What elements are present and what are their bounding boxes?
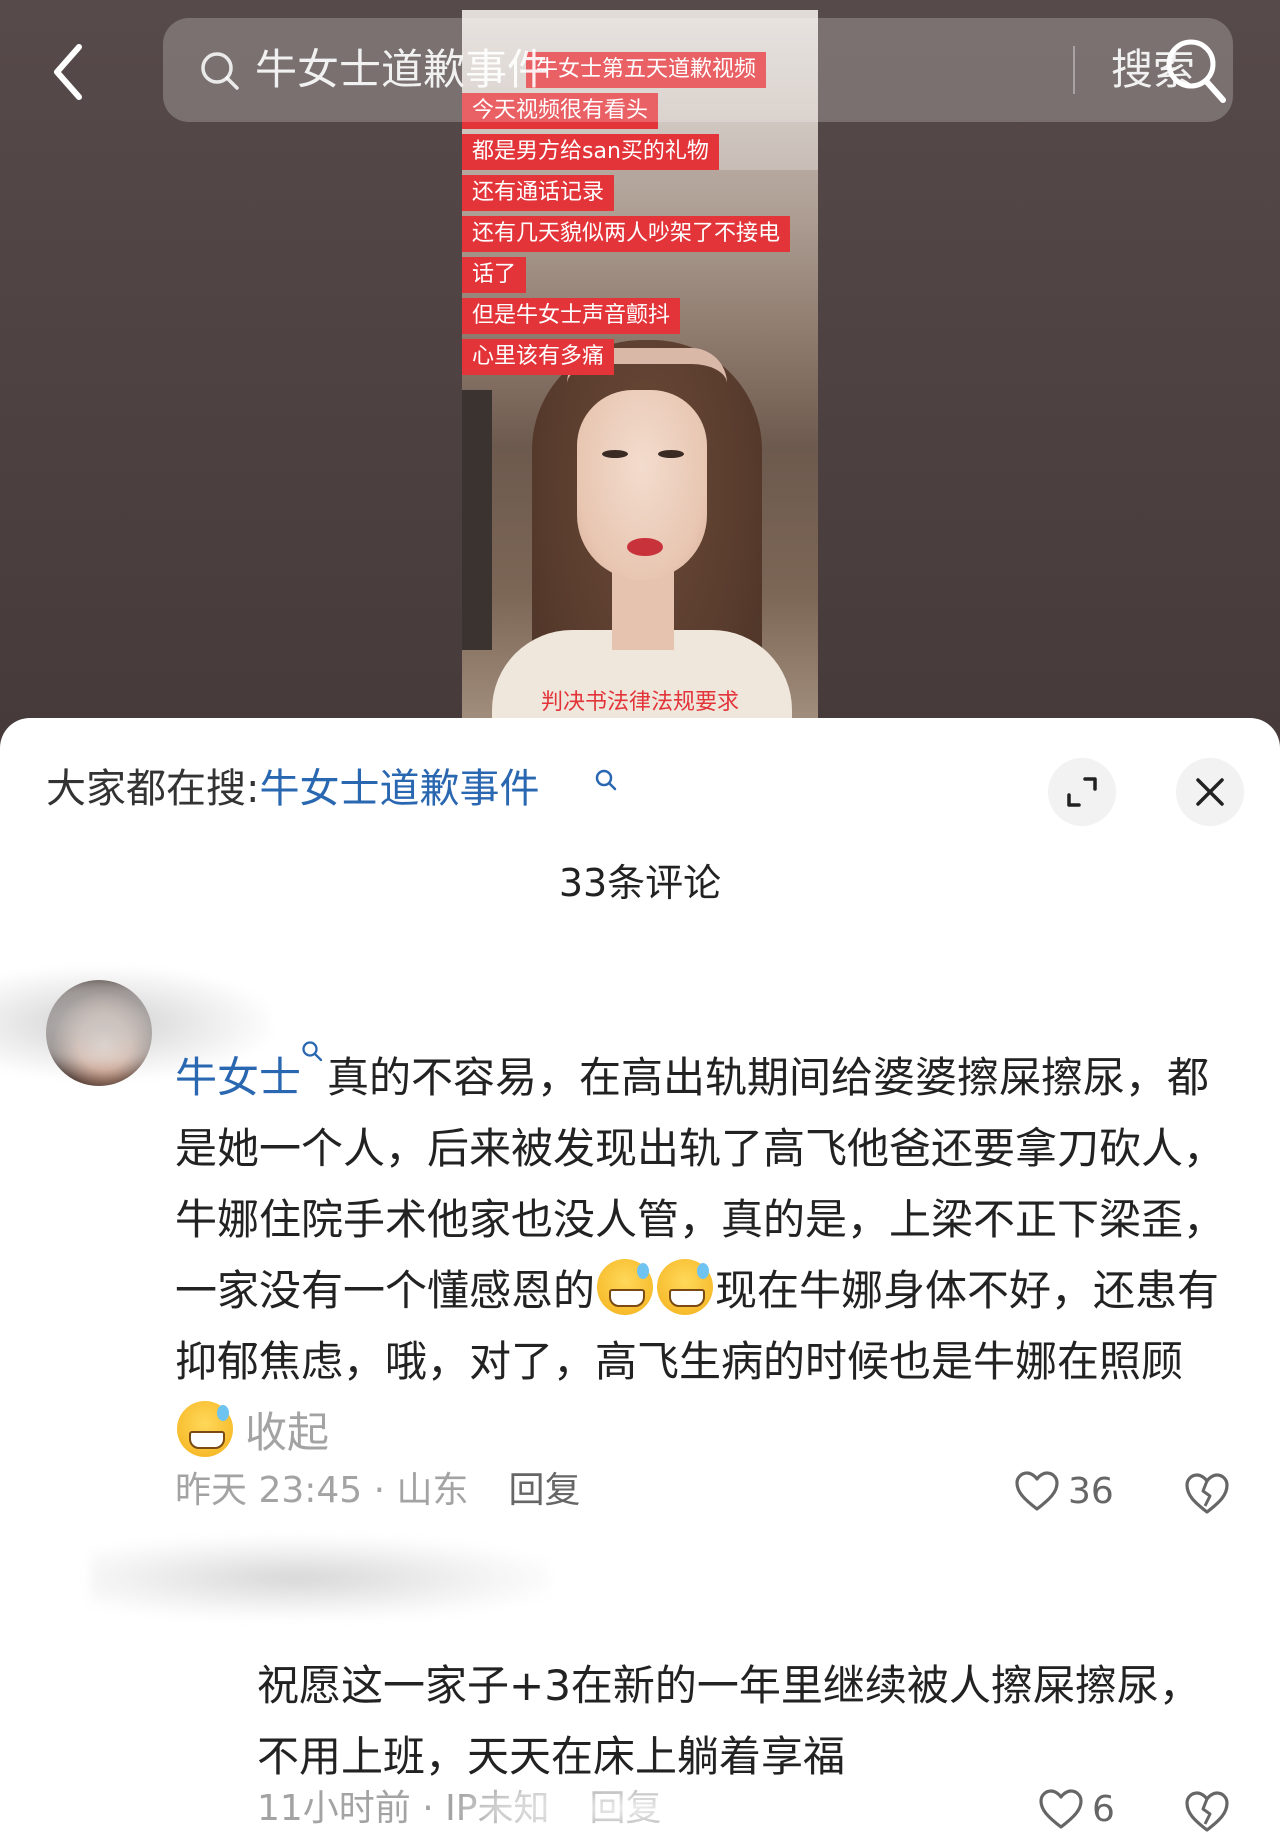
video-person-lips bbox=[627, 538, 663, 556]
comment-text: 祝愿这一家子+3在新的一年里继续被人擦屎擦尿，不用上班，天天在床上躺着享福 bbox=[257, 1661, 1201, 1781]
chevron-left-icon bbox=[54, 44, 82, 100]
collapse-button[interactable]: 收起 bbox=[245, 1408, 329, 1457]
grimace-sweat-emoji-icon bbox=[597, 1259, 654, 1315]
video-caption-line: 但是牛女士声音颤抖 bbox=[462, 298, 681, 334]
video-caption-line: 话了 bbox=[462, 257, 527, 293]
video-person-eye bbox=[658, 450, 684, 458]
video-caption-line: 心里该有多痛 bbox=[462, 339, 615, 375]
video-person-eye bbox=[602, 450, 628, 458]
reply-button[interactable]: 回复 bbox=[509, 1470, 581, 1511]
video-background[interactable]: 牛女士第五天道歉视频 今天视频很有看头 都是男方给san买的礼物 还有通话记录 … bbox=[0, 0, 1280, 740]
like-count: 36 bbox=[1068, 1470, 1114, 1512]
like-button[interactable]: 6 bbox=[1038, 1784, 1115, 1834]
trending-search-link[interactable]: 牛女士道歉事件 bbox=[259, 766, 539, 812]
search-bar[interactable]: 牛女士道歉事件 搜索 bbox=[163, 18, 1233, 122]
comment-count: 33条评论 bbox=[558, 861, 722, 905]
search-icon bbox=[595, 769, 617, 791]
back-button[interactable] bbox=[48, 42, 88, 102]
expand-icon bbox=[1067, 777, 1097, 807]
broken-heart-icon[interactable] bbox=[1184, 1788, 1230, 1834]
close-icon bbox=[1196, 778, 1224, 806]
expand-button[interactable] bbox=[1048, 758, 1116, 826]
trending-prefix: 大家都在搜: bbox=[46, 766, 260, 812]
comment-sheet: 大家都在搜:牛女士道歉事件 33条评论 牛女士 真的不容易，在高出轨期间给婆婆擦屎… bbox=[0, 718, 1280, 1839]
broken-heart-icon[interactable] bbox=[1184, 1470, 1230, 1516]
comment-meta: 昨天 23:45 · 山东 回复 bbox=[175, 1466, 581, 1516]
heart-icon bbox=[1015, 1471, 1059, 1511]
video-caption-line: 还有几天貌似两人吵架了不接电 bbox=[462, 216, 791, 252]
trending-search[interactable]: 大家都在搜:牛女士道歉事件 bbox=[46, 762, 539, 816]
grimace-sweat-emoji-icon bbox=[657, 1259, 714, 1315]
search-divider bbox=[1073, 46, 1075, 94]
like-button[interactable]: 36 bbox=[1014, 1466, 1114, 1516]
comment-time-location: 昨天 23:45 · 山东 bbox=[175, 1470, 469, 1511]
like-count: 6 bbox=[1092, 1788, 1115, 1830]
search-icon bbox=[201, 52, 239, 90]
search-icon[interactable] bbox=[1163, 36, 1229, 106]
mention-link[interactable]: 牛女士 bbox=[175, 1053, 301, 1102]
video-caption-line: 都是男方给san买的礼物 bbox=[462, 134, 719, 170]
grimace-sweat-emoji-icon bbox=[177, 1401, 233, 1457]
heart-icon bbox=[1039, 1789, 1083, 1829]
redaction-blur bbox=[90, 1538, 550, 1618]
search-query-text[interactable]: 牛女士道歉事件 bbox=[255, 44, 549, 96]
close-button[interactable] bbox=[1176, 758, 1244, 826]
comment-text: 牛女士 真的不容易，在高出轨期间给婆婆擦屎擦尿，都是她一个人，后来被发现出轨了高飞… bbox=[175, 1040, 1235, 1468]
redaction-blur bbox=[460, 1778, 800, 1838]
video-person-neck bbox=[612, 570, 674, 650]
video-caption-line: 还有通话记录 bbox=[462, 175, 615, 211]
video-door bbox=[462, 390, 492, 650]
video-bottom-caption: 判决书法律法规要求 bbox=[540, 690, 739, 715]
search-icon bbox=[302, 1041, 323, 1062]
